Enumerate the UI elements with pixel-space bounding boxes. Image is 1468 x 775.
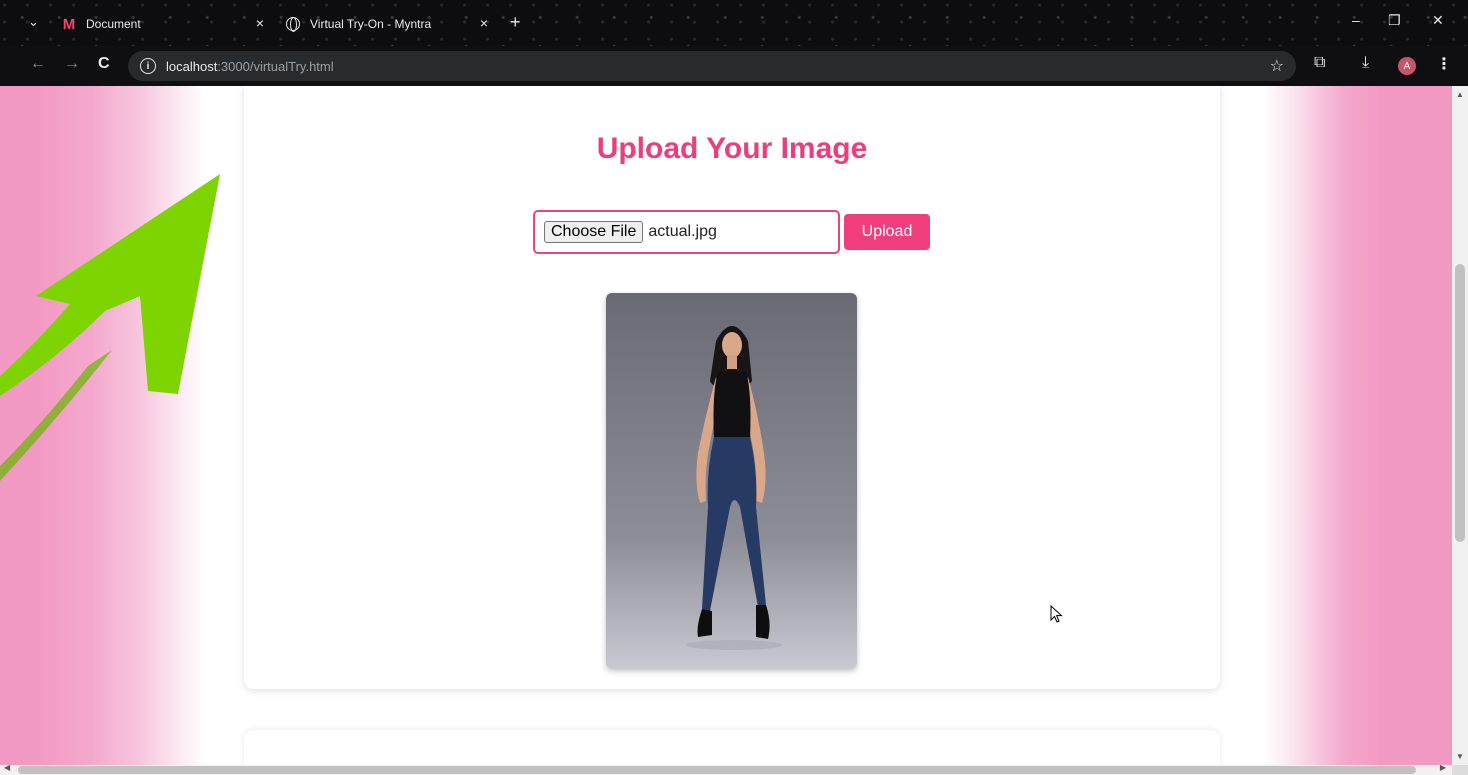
browser-toolbar: ← → C i localhost:3000/virtualTry.html ☆… bbox=[0, 46, 1468, 86]
close-window-icon[interactable]: ✕ bbox=[1432, 12, 1444, 29]
back-icon[interactable]: ← bbox=[30, 55, 46, 73]
url-path: :3000/virtualTry.html bbox=[217, 58, 334, 74]
tab-title: Document bbox=[86, 17, 141, 31]
url-host: localhost bbox=[166, 58, 218, 74]
tab-title: Virtual Try-On - Myntra bbox=[310, 17, 432, 31]
horizontal-scroll-thumb[interactable] bbox=[18, 766, 1416, 774]
extensions-icon[interactable]: ⧉ bbox=[1314, 54, 1325, 72]
tab-bar: ⌄ M Document × Virtual Try-On - Myntra ×… bbox=[0, 0, 1468, 46]
model-photo bbox=[606, 293, 857, 669]
download-icon[interactable]: ⤓ bbox=[1362, 54, 1369, 72]
page-viewport: Upload Your Image Choose File actual.jpg… bbox=[0, 86, 1452, 765]
choose-file-button[interactable]: Choose File bbox=[544, 221, 644, 243]
forward-icon[interactable]: → bbox=[64, 55, 80, 73]
maximize-icon[interactable]: ❐ bbox=[1388, 12, 1401, 29]
minimize-icon[interactable]: – bbox=[1352, 12, 1360, 28]
scrollbar-corner bbox=[1452, 765, 1468, 775]
scroll-left-arrow-icon[interactable]: ◀ bbox=[4, 763, 10, 772]
page-title: Upload Your Image bbox=[596, 132, 868, 165]
globe-icon bbox=[286, 17, 300, 32]
tab-search-icon[interactable]: ⌄ bbox=[28, 14, 39, 30]
mouse-cursor-icon bbox=[1050, 605, 1063, 623]
bookmark-star-icon[interactable]: ☆ bbox=[1270, 56, 1284, 76]
scroll-down-arrow-icon[interactable]: ▼ bbox=[1456, 752, 1464, 761]
upload-button[interactable]: Upload bbox=[844, 214, 930, 250]
browser-window: ⌄ M Document × Virtual Try-On - Myntra ×… bbox=[0, 0, 1468, 775]
new-tab-button[interactable]: + bbox=[510, 13, 521, 31]
address-bar[interactable]: i localhost:3000/virtualTry.html ☆ bbox=[128, 51, 1296, 81]
reload-icon[interactable]: C bbox=[98, 55, 110, 73]
next-section-card bbox=[244, 730, 1220, 765]
vertical-scroll-thumb[interactable] bbox=[1455, 264, 1465, 542]
tab-close-icon[interactable]: × bbox=[256, 15, 264, 31]
vertical-scrollbar[interactable]: ▲ ▼ bbox=[1452, 86, 1468, 765]
profile-avatar[interactable]: A bbox=[1398, 57, 1416, 75]
tab-virtual-try-on[interactable]: Virtual Try-On - Myntra × bbox=[284, 10, 494, 38]
scroll-right-arrow-icon[interactable]: ▶ bbox=[1440, 763, 1446, 772]
tab-close-icon[interactable]: × bbox=[480, 15, 488, 31]
url-text[interactable]: localhost:3000/virtualTry.html bbox=[166, 59, 334, 74]
scroll-up-arrow-icon[interactable]: ▲ bbox=[1456, 90, 1464, 99]
file-input[interactable]: Choose File actual.jpg bbox=[533, 210, 840, 254]
site-info-icon[interactable]: i bbox=[140, 58, 156, 74]
myntra-logo-icon: M bbox=[62, 15, 76, 33]
selected-file-name: actual.jpg bbox=[648, 223, 717, 240]
browser-menu-icon[interactable]: ⋮ bbox=[1436, 54, 1452, 74]
uploaded-image-preview bbox=[606, 293, 857, 669]
upload-card: Upload Your Image Choose File actual.jpg… bbox=[244, 86, 1220, 689]
tab-document[interactable]: M Document × bbox=[60, 10, 270, 38]
horizontal-scrollbar[interactable]: ◀ ▶ bbox=[0, 763, 1452, 775]
